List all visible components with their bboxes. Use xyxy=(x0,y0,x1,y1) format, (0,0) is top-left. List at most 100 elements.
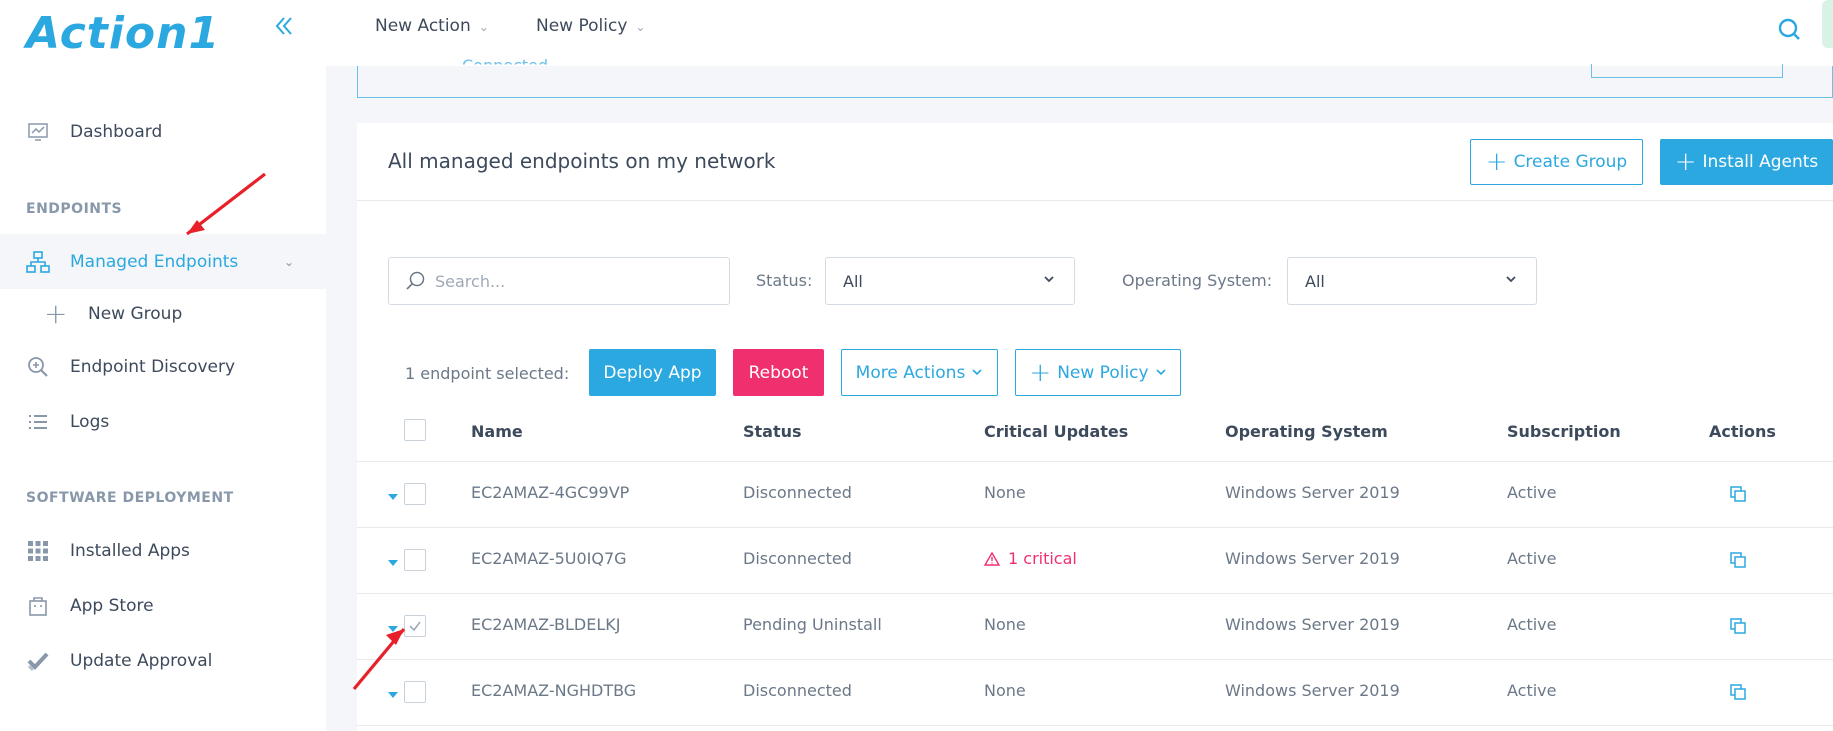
endpoint-status: Disconnected xyxy=(743,483,852,502)
create-group-button[interactable]: + Create Group xyxy=(1470,139,1643,185)
reboot-button[interactable]: Reboot xyxy=(733,349,824,396)
critical-updates-text: 1 critical xyxy=(1008,549,1077,568)
row-checkbox[interactable] xyxy=(404,549,426,571)
new-policy-menu[interactable]: New Policy ⌄ xyxy=(536,16,645,36)
sidebar-item-label: Logs xyxy=(70,411,110,432)
status-filter-select[interactable]: All xyxy=(825,257,1075,305)
sidebar-item-label: App Store xyxy=(70,595,154,616)
previous-panel: Connected xyxy=(357,56,1833,98)
chevron-down-icon xyxy=(971,363,983,383)
section-label-software-deployment: SOFTWARE DEPLOYMENT xyxy=(26,490,234,506)
select-all-checkbox[interactable] xyxy=(404,419,426,441)
endpoint-subscription: Active xyxy=(1507,681,1557,700)
column-header-name[interactable]: Name xyxy=(471,422,523,441)
column-header-operating-system[interactable]: Operating System xyxy=(1225,422,1388,441)
critical-updates: None xyxy=(984,483,1026,502)
row-checkbox[interactable] xyxy=(404,681,426,703)
search-icon[interactable] xyxy=(1774,14,1804,44)
search-input[interactable] xyxy=(435,271,715,291)
plus-icon: + xyxy=(1485,147,1508,177)
search-icon xyxy=(405,270,427,292)
endpoints-card: All managed endpoints on my network + Cre… xyxy=(357,123,1833,731)
dashboard-icon xyxy=(26,120,50,144)
previous-panel-button[interactable] xyxy=(1591,64,1783,78)
endpoint-os: Windows Server 2019 xyxy=(1225,615,1400,634)
critical-updates: None xyxy=(984,615,1026,634)
previous-panel-text: Connected xyxy=(462,56,549,75)
sidebar-item-app-store[interactable]: App Store xyxy=(0,578,326,633)
search-field[interactable] xyxy=(388,257,730,305)
endpoint-name: EC2AMAZ-4GC99VP xyxy=(471,483,630,502)
column-header-status[interactable]: Status xyxy=(743,422,802,441)
chevron-down-icon xyxy=(1504,272,1518,290)
row-divider xyxy=(357,593,1833,594)
top-bar: New Action ⌄ New Policy ⌄ xyxy=(326,0,1833,66)
copy-icon[interactable] xyxy=(1729,617,1747,635)
os-filter-label: Operating System: xyxy=(1122,271,1273,290)
endpoint-status: Pending Uninstall xyxy=(743,615,882,634)
create-group-label: Create Group xyxy=(1513,152,1628,172)
new-action-label: New Action xyxy=(375,16,471,36)
sidebar-item-installed-apps[interactable]: Installed Apps xyxy=(0,523,326,578)
critical-updates: None xyxy=(984,681,1026,700)
chevron-down-icon xyxy=(1042,272,1056,290)
warning-icon xyxy=(984,551,1000,566)
chevron-down-icon: ⌄ xyxy=(635,20,646,34)
endpoint-os: Windows Server 2019 xyxy=(1225,681,1400,700)
expand-row-icon[interactable] xyxy=(387,689,399,699)
os-filter-value: All xyxy=(1305,271,1325,291)
row-divider xyxy=(357,527,1833,528)
sidebar-item-endpoint-discovery[interactable]: Endpoint Discovery xyxy=(0,339,326,394)
critical-updates-text: None xyxy=(984,681,1026,700)
install-agents-button[interactable]: + Install Agents xyxy=(1660,139,1833,185)
endpoint-name: EC2AMAZ-BLDELKJ xyxy=(471,615,621,634)
row-checkbox[interactable] xyxy=(404,483,426,505)
critical-updates[interactable]: 1 critical xyxy=(984,549,1077,568)
new-policy-button[interactable]: + New Policy xyxy=(1015,349,1181,396)
sidebar-item-update-approval[interactable]: Update Approval xyxy=(0,633,326,688)
selection-count: 1 endpoint selected: xyxy=(405,364,570,383)
more-actions-button[interactable]: More Actions xyxy=(841,349,998,396)
endpoint-status: Disconnected xyxy=(743,549,852,568)
row-checkbox[interactable] xyxy=(404,615,426,637)
endpoint-name: EC2AMAZ-5U0IQ7G xyxy=(471,549,627,568)
sidebar-item-label: New Group xyxy=(88,304,183,324)
expand-row-icon[interactable] xyxy=(387,557,399,567)
endpoint-name: EC2AMAZ-NGHDTBG xyxy=(471,681,637,700)
column-header-critical-updates[interactable]: Critical Updates xyxy=(984,422,1128,441)
expand-row-icon[interactable] xyxy=(387,623,399,633)
magnify-plus-icon xyxy=(26,355,50,379)
plus-icon: + xyxy=(1029,357,1052,388)
expand-row-icon[interactable] xyxy=(387,491,399,501)
copy-icon[interactable] xyxy=(1729,683,1747,701)
sidebar: Action1 Dashboard ENDPOINTS Managed Endp… xyxy=(0,0,326,731)
os-filter-select[interactable]: All xyxy=(1287,257,1537,305)
sidebar-item-label: Managed Endpoints xyxy=(70,251,239,272)
sidebar-item-label: Update Approval xyxy=(70,650,213,671)
sidebar-item-logs[interactable]: Logs xyxy=(0,394,326,449)
list-icon xyxy=(26,410,50,434)
double-chevron-left-icon[interactable] xyxy=(270,12,298,40)
column-header-actions: Actions xyxy=(1709,422,1776,441)
chevron-down-icon[interactable]: ⌄ xyxy=(284,255,294,269)
sidebar-item-dashboard[interactable]: Dashboard xyxy=(0,104,326,159)
row-divider xyxy=(357,659,1833,660)
chevron-down-icon: ⌄ xyxy=(478,20,489,34)
new-action-menu[interactable]: New Action ⌄ xyxy=(375,16,489,36)
deploy-app-label: Deploy App xyxy=(603,362,702,383)
sidebar-item-managed-endpoints[interactable]: Managed Endpoints ⌄ xyxy=(0,234,326,289)
check-badge-icon xyxy=(26,649,50,673)
deploy-app-button[interactable]: Deploy App xyxy=(589,349,716,396)
endpoint-subscription: Active xyxy=(1507,615,1557,634)
copy-icon[interactable] xyxy=(1729,551,1747,569)
chevron-down-icon xyxy=(1155,363,1167,383)
action1-logo[interactable]: Action1 xyxy=(26,8,220,59)
network-icon xyxy=(26,250,50,274)
install-agents-label: Install Agents xyxy=(1702,152,1819,172)
plus-icon: + xyxy=(1674,147,1697,177)
sidebar-item-new-group[interactable]: + New Group xyxy=(0,294,326,334)
new-policy-label: New Policy xyxy=(536,16,628,36)
column-header-subscription[interactable]: Subscription xyxy=(1507,422,1621,441)
copy-icon[interactable] xyxy=(1729,485,1747,503)
user-badge[interactable] xyxy=(1822,0,1833,48)
